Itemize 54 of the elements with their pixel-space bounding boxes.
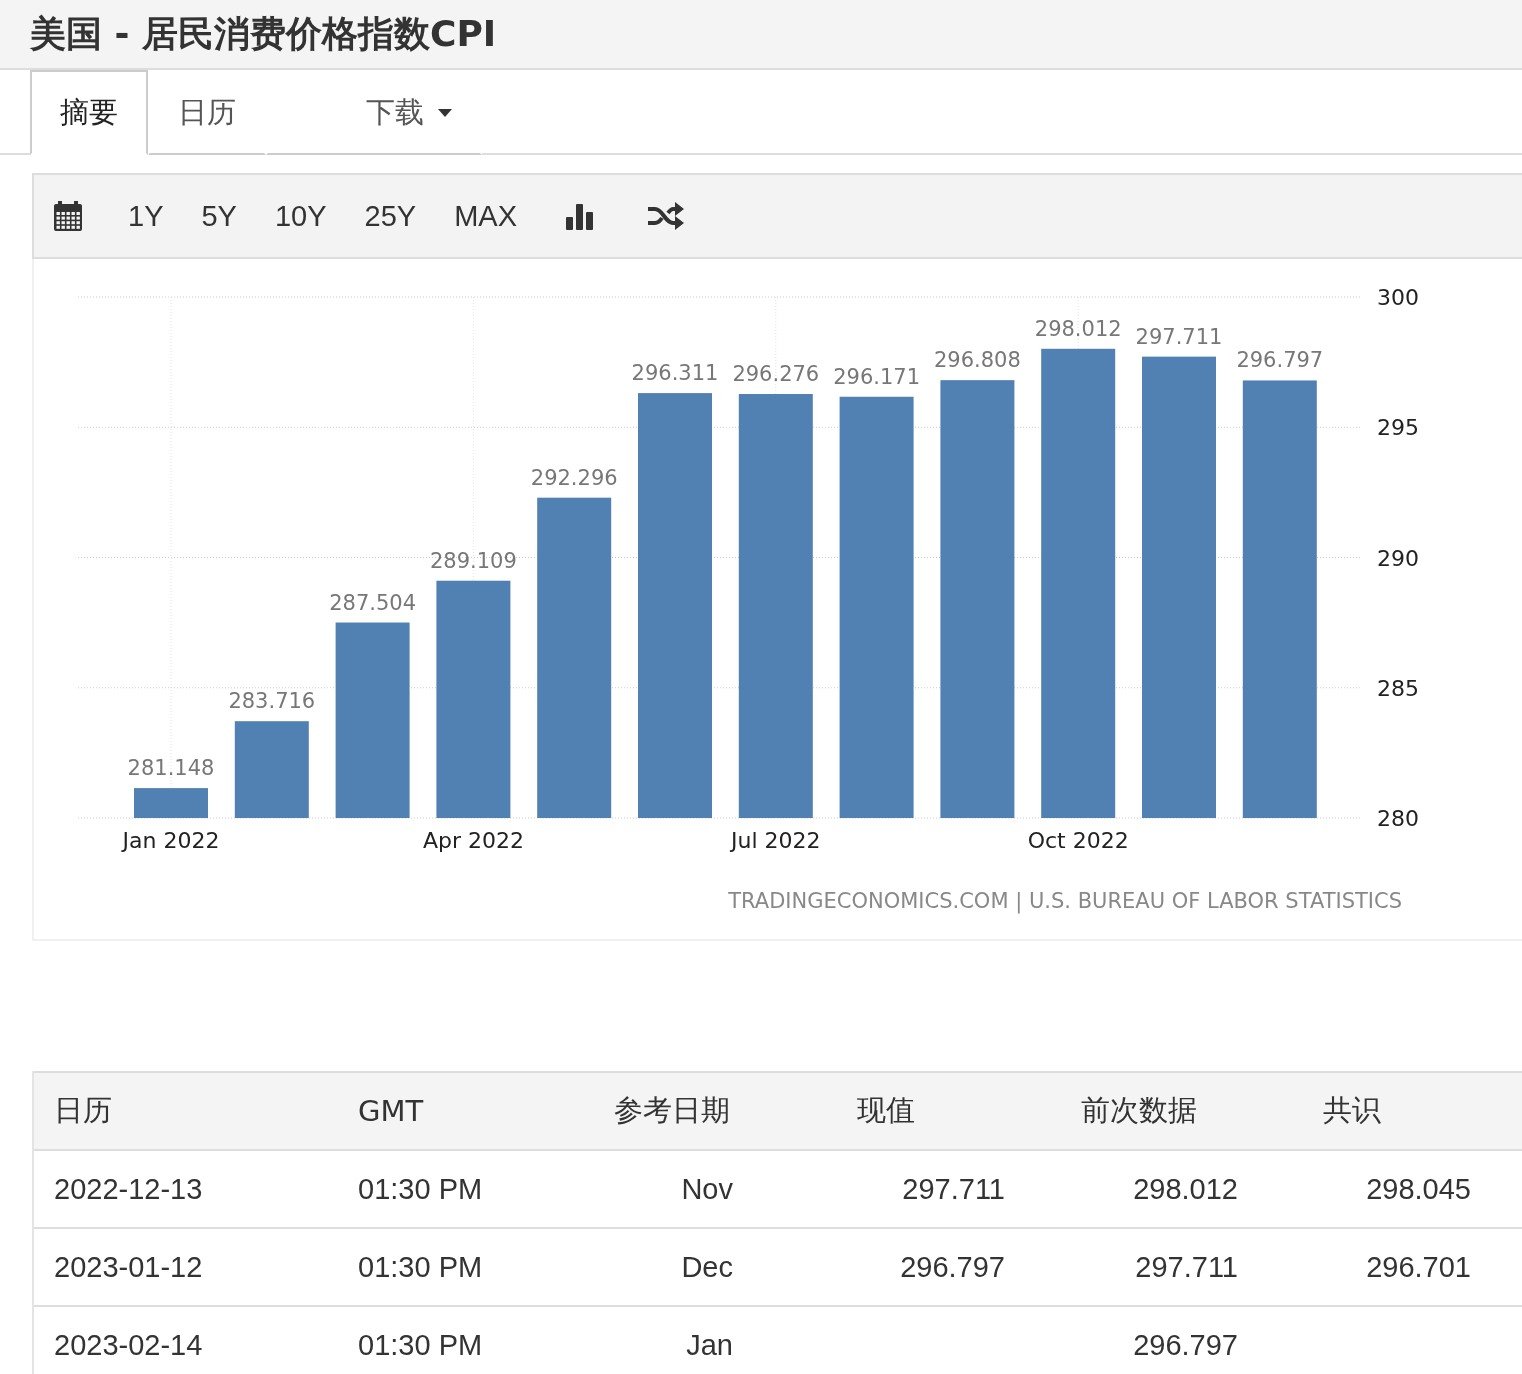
tab[interactable]: 摘要	[30, 70, 148, 155]
x-axis-label: Jul 2022	[731, 828, 821, 853]
range-button[interactable]: 1Y	[109, 199, 183, 233]
value-label: 287.504	[329, 590, 416, 615]
y-axis-label: 290	[1377, 545, 1419, 571]
value-label: 296.171	[833, 364, 920, 389]
column-header: 参考日期	[613, 1092, 731, 1129]
table-cell: 2022-12-13	[54, 1172, 203, 1205]
value-label: 283.716	[228, 689, 316, 714]
chart-source: TRADINGECONOMICS.COM | U.S. BUREAU OF LABOR STATISTICS	[727, 889, 1403, 913]
table-cell: 296.797	[1133, 1328, 1238, 1361]
table-cell: 2023-01-12	[54, 1250, 203, 1283]
value-label: 296.808	[934, 348, 1021, 373]
table-cell: 296.701	[1366, 1250, 1471, 1283]
value-label: 292.296	[530, 465, 618, 490]
table-cell: Jan	[686, 1328, 733, 1361]
x-axis-label: Oct 2022	[1027, 828, 1129, 853]
table-cell: Nov	[681, 1172, 733, 1205]
range-button[interactable]: 5Y	[182, 199, 256, 233]
y-axis-label: 280	[1377, 806, 1419, 831]
range-button[interactable]: MAX	[435, 199, 537, 233]
bar-chart-icon[interactable]	[566, 202, 595, 230]
x-axis-label: Jan 2022	[122, 828, 220, 853]
value-label: 296.311	[631, 361, 719, 386]
shuffle-icon[interactable]	[648, 202, 685, 230]
value-label: 297.711	[1135, 324, 1223, 349]
column-header: 共识	[1322, 1092, 1382, 1129]
table-cell: 01:30 PM	[358, 1250, 483, 1283]
column-header: 日历	[53, 1092, 113, 1129]
y-axis-label: 285	[1377, 675, 1419, 701]
range-button[interactable]: 25Y	[345, 199, 436, 233]
calendar-icon[interactable]	[54, 201, 82, 231]
range-button[interactable]: 10Y	[255, 199, 346, 233]
value-label: 298.012	[1034, 316, 1122, 341]
table-cell: 298.045	[1366, 1172, 1471, 1205]
table-cell: 297.711	[902, 1172, 1005, 1205]
value-label: 296.797	[1236, 348, 1324, 373]
table-cell: 01:30 PM	[358, 1328, 483, 1361]
table-cell: 298.012	[1133, 1172, 1238, 1205]
column-header: GMT	[357, 1094, 425, 1128]
table-cell: 2023-02-14	[54, 1328, 203, 1361]
value-label: 281.148	[127, 756, 215, 781]
table-cell: 297.711	[1135, 1250, 1238, 1283]
value-label: 289.109	[430, 548, 517, 573]
table-cell: 01:30 PM	[358, 1172, 483, 1205]
x-axis-label: Apr 2022	[422, 828, 524, 853]
column-header: 现值	[856, 1092, 916, 1129]
column-header: 前次数据	[1080, 1092, 1198, 1129]
value-label: 296.276	[732, 362, 820, 386]
table-cell: 296.797	[900, 1250, 1005, 1283]
page-title: 美国 - 居民消费价格指数CPI	[30, 11, 497, 56]
y-axis-label: 295	[1377, 415, 1419, 441]
y-axis-label: 300	[1377, 285, 1419, 310]
table-cell: Dec	[681, 1250, 733, 1283]
